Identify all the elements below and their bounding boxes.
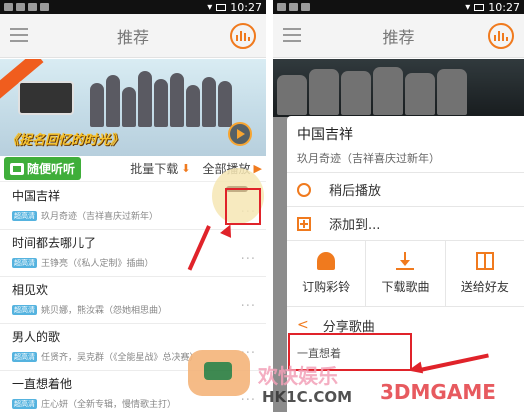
song-meta: 玖月奇迹（吉祥喜庆过新年）	[41, 212, 159, 222]
now-playing-icon[interactable]	[230, 23, 256, 49]
random-listen-label: 随便听听	[27, 162, 76, 176]
song-meta: 庄心妍（全新专辑，慢情歌主打）	[41, 400, 177, 410]
wifi-icon: ▾	[207, 1, 213, 13]
list-item[interactable]: 相见欢 超高清 姚贝娜，熊汝霖（怨她相思曲） ···	[0, 277, 266, 324]
song-title: 相见欢	[12, 283, 49, 297]
add-to-label: 添加到...	[329, 218, 381, 233]
notification-icon	[40, 3, 49, 11]
bell-icon	[317, 252, 336, 270]
notification-icon	[4, 3, 13, 11]
song-meta: 王铮亮（《私人定制》插曲）	[41, 259, 154, 269]
download-song-label: 下载歌曲	[381, 280, 430, 294]
now-playing-icon[interactable]	[488, 23, 514, 49]
random-listen-button[interactable]: 随便听听	[4, 157, 82, 180]
quality-badge: 超高清	[12, 304, 37, 315]
status-bar: ▾ 10:27	[273, 0, 524, 14]
song-title: 男人的歌	[12, 330, 61, 344]
share-song-label: 分享歌曲	[322, 319, 375, 335]
play-later-label: 稍后播放	[329, 184, 382, 199]
action-grid: 订购彩铃 下载歌曲 送给好友	[287, 241, 524, 307]
list-item[interactable]: 时间都去哪儿了 超高清 王铮亮（《私人定制》插曲） ···	[0, 230, 266, 277]
clock-icon	[297, 182, 311, 197]
share-icon: <	[297, 317, 309, 333]
gamepad-hands-watermark	[188, 350, 250, 396]
promo-banner[interactable]: 《捉名回忆的时光》	[0, 59, 266, 156]
notification-icon	[28, 3, 37, 11]
notification-icon	[289, 3, 298, 11]
wifi-icon: ▾	[465, 1, 471, 13]
status-time: 10:27	[488, 0, 520, 14]
song-meta: 姚贝娜，熊汝霖（怨她相思曲）	[41, 306, 168, 316]
more-icon[interactable]: ···	[241, 252, 256, 267]
ringtone-label: 订购彩铃	[302, 280, 351, 294]
watermark-site: HK1C.COM	[262, 388, 353, 406]
play-later-option[interactable]: 稍后播放	[287, 173, 524, 207]
watermark-brand: 3DMGAME	[380, 380, 496, 404]
download-song-button[interactable]: 下载歌曲	[366, 241, 446, 306]
status-time: 10:27	[230, 0, 262, 14]
banner-people	[90, 67, 236, 127]
notification-icon	[277, 3, 286, 11]
radio-icon	[10, 162, 24, 175]
show-logo	[18, 81, 74, 115]
panel-divider	[266, 0, 273, 412]
quality-badge: 超高清	[12, 398, 37, 409]
sheet-song-subtitle: 玖月奇迹（吉祥喜庆过新年）	[297, 152, 440, 165]
page-title: 推荐	[382, 27, 415, 47]
ringtone-button[interactable]: 订购彩铃	[287, 241, 367, 306]
menu-icon[interactable]	[283, 28, 301, 42]
battery-icon	[216, 3, 227, 11]
page-title: 推荐	[116, 27, 149, 47]
notification-icon	[301, 3, 310, 11]
highlight-box	[225, 188, 261, 225]
more-icon[interactable]: ···	[241, 393, 256, 408]
sheet-header: 中国吉祥 玖月奇迹（吉祥喜庆过新年）	[287, 116, 524, 173]
gift-friend-button[interactable]: 送给好友	[446, 241, 524, 306]
add-icon	[297, 216, 311, 231]
gift-friend-label: 送给好友	[460, 280, 509, 294]
play-button[interactable]	[228, 122, 252, 146]
battery-icon	[474, 3, 485, 11]
gift-icon	[475, 252, 494, 270]
notification-icons	[4, 3, 49, 11]
app-bar: 推荐	[0, 14, 266, 58]
batch-download-label: 批量下载	[130, 162, 179, 176]
menu-icon[interactable]	[10, 28, 28, 42]
play-icon	[237, 129, 245, 139]
quality-badge: 超高清	[12, 351, 37, 362]
batch-download-button[interactable]: 批量下载 ⬇	[130, 160, 190, 177]
download-arrow-icon: ⬇	[181, 162, 191, 175]
app-bar: 推荐	[273, 14, 524, 58]
quality-badge: 超高清	[12, 210, 37, 221]
add-to-option[interactable]: 添加到...	[287, 207, 524, 241]
song-meta: 任贤齐，吴克群（《全能星战》总决赛）	[41, 353, 199, 363]
notification-icons	[277, 3, 310, 11]
status-bar: ▾ 10:27	[0, 0, 266, 14]
quality-badge: 超高清	[12, 257, 37, 268]
watermark-text: 欢快娱乐	[258, 364, 338, 388]
play-arrow-icon: ▶	[253, 162, 262, 175]
banner-caption: 《捉名回忆的时光》	[6, 133, 124, 148]
more-icon[interactable]: ···	[241, 299, 256, 314]
notification-icon	[16, 3, 25, 11]
download-icon	[396, 252, 415, 270]
sheet-song-title: 中国吉祥	[297, 127, 353, 143]
song-title: 时间都去哪儿了	[12, 236, 97, 250]
